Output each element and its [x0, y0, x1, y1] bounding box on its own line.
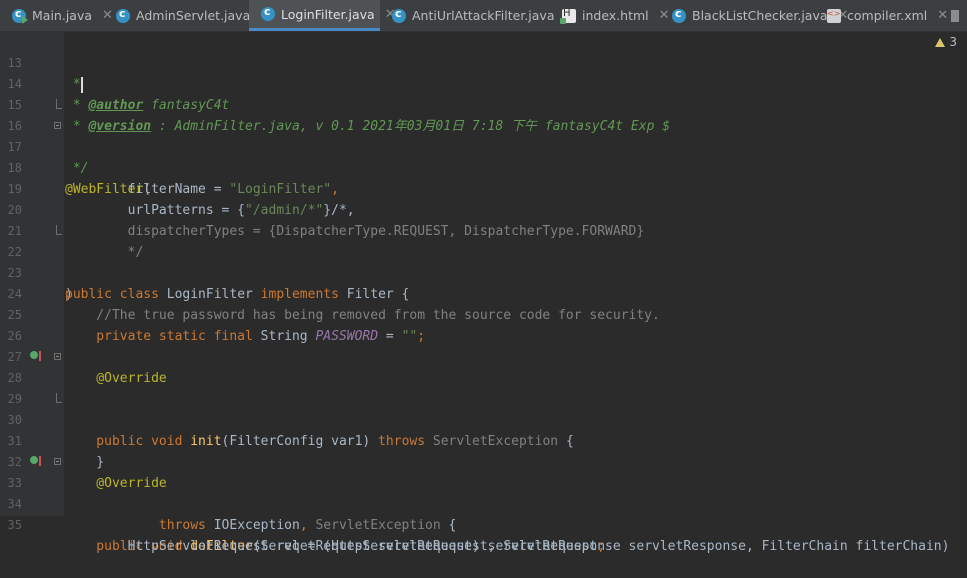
- fold-marker[interactable]: [54, 122, 61, 129]
- tab-label: compiler.xml: [847, 8, 928, 23]
- java-class-icon: [261, 5, 275, 21]
- code-line: 25 private static final String PASSWORD …: [0, 284, 967, 344]
- java-class-icon: [392, 7, 406, 23]
- code-line: 24 //The true password has being removed…: [0, 263, 967, 323]
- code-line: 16 */: [0, 95, 967, 176]
- code-line: 31: [0, 410, 967, 448]
- code-line: 28 public void init(FilterConfig var1) t…: [0, 347, 967, 449]
- html-file-icon: [560, 8, 576, 24]
- tab-main-java[interactable]: Main.java ✕: [0, 0, 113, 31]
- code-line: 32 @Override: [0, 431, 967, 491]
- java-class-icon: [116, 7, 130, 23]
- code-line: 34 throws IOException, ServletException …: [0, 473, 967, 533]
- tab-blacklistchecker-java[interactable]: BlackListChecker.java ✕: [660, 0, 848, 31]
- java-class-icon: [672, 7, 686, 23]
- code-line: 35 HttpServletRequest req = (HttpServlet…: [0, 494, 967, 554]
- tab-label: AntiUrlAttackFilter.java: [412, 8, 555, 23]
- code-line: 18 filterName = "LoginFilter",: [0, 137, 967, 197]
- xml-file-icon: [827, 8, 841, 23]
- more-tabs-icon: [951, 9, 959, 22]
- fold-marker[interactable]: [54, 458, 61, 465]
- code-line: 30 }: [0, 389, 967, 470]
- code-line: 13 *: [0, 32, 967, 93]
- tab-label: AdminServlet.java: [136, 8, 251, 23]
- code-line: 27 @Override: [0, 326, 967, 386]
- fold-end-marker[interactable]: [56, 99, 62, 109]
- fold-end-marker[interactable]: [56, 225, 62, 235]
- editor-tab-bar: Main.java ✕ AdminServlet.java ✕ LoginFil…: [0, 0, 967, 32]
- tab-label: Main.java: [32, 8, 93, 23]
- code-line: 21 */: [0, 200, 967, 260]
- code-line: 33 public void doFilter(ServletRequest s…: [0, 452, 967, 554]
- fold-marker[interactable]: [54, 353, 61, 360]
- code-line: 17 @WebFilter(: [0, 116, 967, 197]
- tab-label: index.html: [582, 8, 649, 23]
- tab-loginfilter-java[interactable]: LoginFilter.java ✕: [249, 0, 396, 31]
- line-code: HttpServletRequest req = (HttpServletReq…: [65, 539, 606, 554]
- implements-method-icon[interactable]: [30, 351, 41, 361]
- code-line: 23 public class LoginFilter implements F…: [0, 242, 967, 302]
- java-class-main-icon: [12, 7, 28, 24]
- code-line: 14 * @author fantasyC4t: [0, 53, 967, 113]
- implements-method-icon[interactable]: [30, 456, 41, 466]
- code-line: 20 dispatcherTypes = {DispatcherType.REQ…: [0, 179, 967, 239]
- fold-end-marker[interactable]: [56, 393, 62, 403]
- code-line: 22 ): [0, 221, 967, 302]
- code-line: 29: [0, 368, 967, 406]
- tab-compiler-xml[interactable]: compiler.xml ✕: [815, 0, 948, 31]
- more-tabs-button[interactable]: [945, 0, 967, 31]
- code-line: 26: [0, 305, 967, 343]
- line-number: 35: [7, 518, 22, 532]
- code-line: 15 * @version : AdminFilter.java, v 0.1 …: [0, 74, 967, 134]
- tab-adminservlet-java[interactable]: AdminServlet.java ✕: [104, 0, 271, 31]
- line-code: throws IOException, ServletException {: [65, 518, 457, 533]
- tab-index-html[interactable]: index.html ✕: [550, 0, 670, 31]
- tab-label: BlackListChecker.java: [692, 8, 828, 23]
- code-line: 19 urlPatterns = {"/admin/*"}/*,: [0, 158, 967, 218]
- tab-label: LoginFilter.java: [281, 6, 375, 22]
- tab-antiurlattackfilter-java[interactable]: AntiUrlAttackFilter.java ✕: [380, 0, 575, 31]
